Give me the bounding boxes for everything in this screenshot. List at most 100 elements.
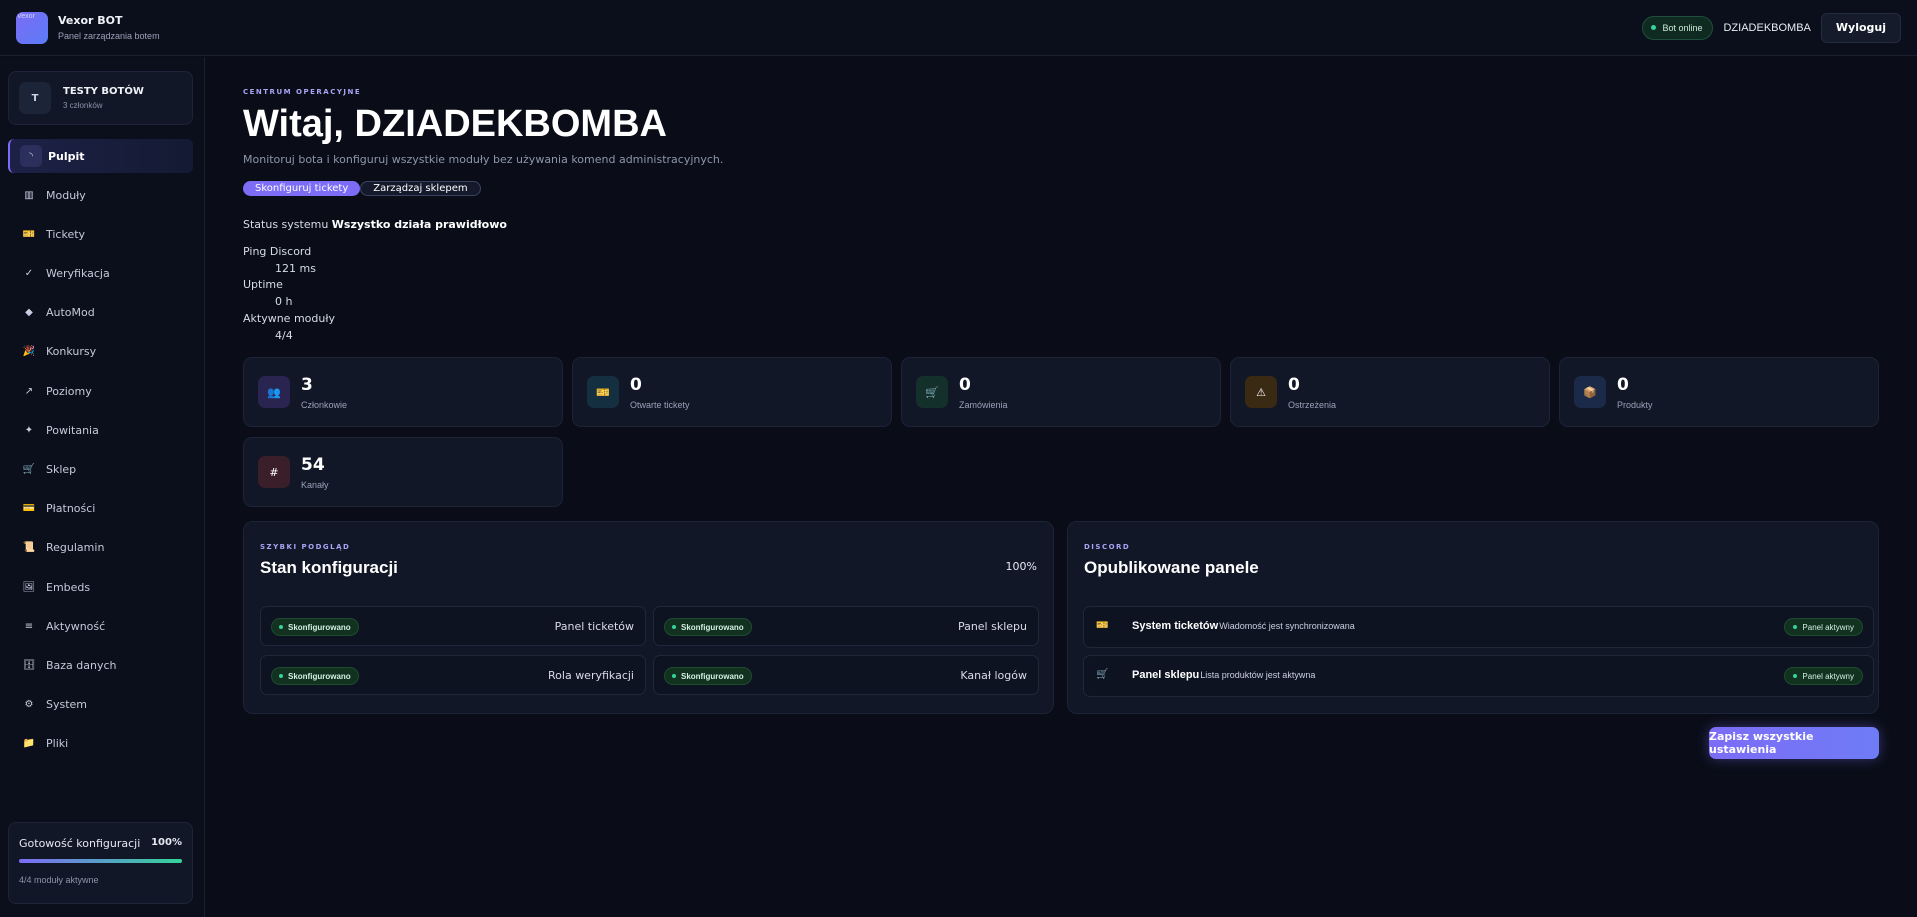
status-dot-icon <box>1793 674 1798 678</box>
readiness-bar-fill <box>19 859 182 863</box>
sidebar: T TESTY BOTÓW 3 członków ◝ Pulpit ▥ Moduły 🎫… <box>0 57 205 917</box>
stat-ping-value: 121 ms <box>275 262 316 275</box>
configured-badge: Skonfigurowano <box>664 618 752 636</box>
stat-card-icon: # <box>258 456 290 488</box>
sidebar-item-6[interactable]: ↗ Poziomy <box>8 374 193 408</box>
nav-label: Regulamin <box>46 541 105 555</box>
sidebar-item-15[interactable]: 📁 Pliki <box>8 727 193 761</box>
system-status-value: Wszystko działa prawidłowo <box>331 218 507 231</box>
sidebar-item-10[interactable]: 📜 Regulamin <box>8 531 193 565</box>
stat-card-label: Otwarte tickety <box>630 400 690 410</box>
stat-card-value: 0 <box>959 375 971 395</box>
published-panels: DISCORD Opublikowane panele 🎫 System tick… <box>1067 521 1879 714</box>
manage-shop-button[interactable]: Zarządzaj sklepem <box>360 181 481 196</box>
nav-icon: 📜 <box>22 542 36 554</box>
stat-card: #54 Kanały <box>243 437 563 507</box>
published-item-icon: 🎫 <box>1096 620 1109 631</box>
stat-card-label: Produkty <box>1617 400 1653 410</box>
nav-label: Embeds <box>46 580 91 594</box>
nav-icon: 🎫 <box>22 228 36 240</box>
brand: Vexor BOT Panel zarządzania botem <box>58 14 160 41</box>
sidebar-item-14[interactable]: ⚙ System <box>8 688 193 722</box>
nav-label: Powitania <box>46 423 99 437</box>
server-name: TESTY BOTÓW <box>63 86 144 97</box>
nav-icon: ≡ <box>24 620 34 632</box>
sidebar-item-12[interactable]: ≡ Aktywność <box>8 609 193 643</box>
bot-status-label: Bot online <box>1662 22 1703 33</box>
stat-card-icon: 📦 <box>1574 376 1606 408</box>
server-card[interactable]: T TESTY BOTÓW 3 członków <box>8 71 193 125</box>
sidebar-item-9[interactable]: 💳 Płatności <box>8 492 193 526</box>
stat-card-value: 54 <box>301 455 325 475</box>
stat-card: ⚠ 0 Ostrzeżenia <box>1230 357 1550 427</box>
system-status-label: Status systemu <box>243 218 329 231</box>
nav-icon: ◝ <box>20 145 42 167</box>
status-dot-icon <box>672 625 676 629</box>
stat-card-icon: 🎫 <box>587 376 619 408</box>
logout-button[interactable]: Wyloguj <box>1820 12 1901 43</box>
stat-card-value: 0 <box>1617 375 1629 395</box>
sidebar-item-7[interactable]: ✦ Powitania <box>8 413 193 447</box>
nav-icon: ◆ <box>25 307 33 319</box>
stat-card-label: Zamówienia <box>959 400 1008 410</box>
stat-card-label: Członkowie <box>301 400 348 410</box>
nav-icon: 🎉 <box>22 346 36 358</box>
stat-card-value: 3 <box>301 375 313 395</box>
nav-label: Aktywność <box>46 619 106 633</box>
published-item-title: Panel sklepuLista produktów jest aktywna <box>1132 669 1315 681</box>
bot-status-badge: Bot online <box>1642 15 1714 40</box>
config-item[interactable]: Skonfigurowano Kanał logów <box>653 655 1039 695</box>
stat-card: 🎫 0 Otwarte tickety <box>572 357 892 427</box>
stat-card: 📦 0 Produkty <box>1559 357 1879 427</box>
config-status-panel: SZYBKI PODGLĄD Stan konfiguracji 100% Sk… <box>243 521 1054 714</box>
sidebar-item-2[interactable]: 🎫 Tickety <box>8 217 193 251</box>
nav-label: AutoMod <box>46 306 95 320</box>
sidebar-item-5[interactable]: 🎉 Konkursy <box>8 335 193 369</box>
nav-label: Moduły <box>46 188 86 202</box>
server-avatar: T <box>19 82 51 114</box>
sidebar-item-8[interactable]: 🛒 Sklep <box>8 453 193 487</box>
stat-modules-value: 4/4 <box>275 329 293 342</box>
stat-card-value: 0 <box>630 375 642 395</box>
stat-card-value: 0 <box>1288 375 1300 395</box>
published-title: Opublikowane panele <box>1084 558 1259 577</box>
nav-icon: ⚙ <box>24 699 34 711</box>
stat-modules-label: Aktywne moduły <box>243 312 335 325</box>
configured-badge: Skonfigurowano <box>271 667 359 685</box>
save-all-button[interactable]: Zapisz wszystkie ustawienia <box>1709 727 1879 759</box>
sidebar-item-1[interactable]: ▥ Moduły <box>8 178 193 212</box>
system-status: Status systemu Wszystko działa prawidłow… <box>243 218 507 231</box>
hero-buttons: Skonfiguruj tickety Zarządzaj sklepem <box>243 181 481 196</box>
nav-icon: 📁 <box>22 738 36 750</box>
published-item[interactable]: 🛒 Panel sklepuLista produktów jest aktywn… <box>1083 655 1874 697</box>
configure-tickets-button[interactable]: Skonfiguruj tickety <box>243 181 361 196</box>
config-item[interactable]: Skonfigurowano Rola weryfikacji <box>260 655 646 695</box>
published-item-desc: Lista produktów jest aktywna <box>1200 670 1316 680</box>
sidebar-item-4[interactable]: ◆ AutoMod <box>8 296 193 330</box>
status-dot-icon <box>279 674 283 678</box>
readiness-bar <box>19 859 182 863</box>
sidebar-item-0[interactable]: ◝ Pulpit <box>8 139 193 173</box>
stat-card-icon: 👥 <box>258 376 290 408</box>
config-item[interactable]: Skonfigurowano Panel sklepu <box>653 606 1039 646</box>
panel-active-badge: Panel aktywny <box>1784 667 1863 685</box>
published-item[interactable]: 🎫 System ticketówWiadomość jest synchroni… <box>1083 606 1874 648</box>
configured-badge: Skonfigurowano <box>664 667 752 685</box>
nav-icon: 🛒 <box>22 464 36 475</box>
nav-icon: ▥ <box>24 189 34 201</box>
config-title: Stan konfiguracji <box>260 558 398 577</box>
published-item-title: System ticketówWiadomość jest synchroniz… <box>1132 620 1355 632</box>
panel-active-label: Panel aktywny <box>1802 671 1854 681</box>
sidebar-item-3[interactable]: ✓ Weryfikacja <box>8 257 193 291</box>
sidebar-nav: ◝ Pulpit ▥ Moduły 🎫 Tickety ✓ Weryfikacja ◆ AutoM… <box>8 139 193 766</box>
stat-card: 👥 3 Członkowie <box>243 357 563 427</box>
config-item[interactable]: Skonfigurowano Panel ticketów <box>260 606 646 646</box>
nav-icon: 💳 <box>22 503 36 515</box>
nav-icon: 🗄 <box>22 659 36 671</box>
sidebar-item-11[interactable]: 🖼 Embeds <box>8 570 193 604</box>
published-item-icon: 🛒 <box>1096 669 1109 680</box>
sidebar-item-13[interactable]: 🗄 Baza danych <box>8 648 193 682</box>
published-item-desc: Wiadomość jest synchronizowana <box>1219 621 1355 631</box>
published-item-name: Panel sklepu <box>1132 669 1200 681</box>
config-readiness: Gotowość konfiguracji 100% 4/4 moduły ak… <box>8 822 193 904</box>
